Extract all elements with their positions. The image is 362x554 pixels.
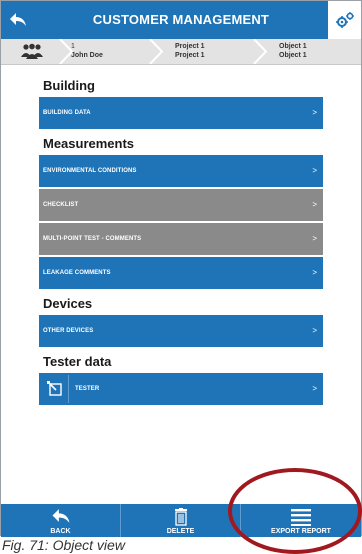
object-menu: Building BUILDING DATA > Measurements EN… (39, 71, 323, 407)
menu-item-label: CHECKLIST (43, 202, 79, 208)
section-title-building: Building (43, 78, 95, 93)
chevron-right-icon: > (312, 200, 317, 209)
page-title: CUSTOMER MANAGEMENT (92, 12, 270, 27)
menu-item-label: BUILDING DATA (43, 110, 91, 116)
breadcrumb-customer[interactable]: 1 John Doe (71, 42, 103, 60)
menu-item-tester[interactable]: TESTER > (39, 373, 323, 405)
breadcrumb-project-line1: Project 1 (175, 43, 205, 50)
figure-caption: Fig. 71: Object view (2, 537, 125, 553)
menu-item-environmental-conditions[interactable]: ENVIRONMENTAL CONDITIONS > (39, 155, 323, 187)
menu-item-label: MULTI-POINT TEST - COMMENTS (43, 236, 142, 242)
delete-button[interactable]: DELETE (121, 504, 241, 537)
back-arrow-icon (10, 13, 26, 26)
menu-item-building-data[interactable]: BUILDING DATA > (39, 97, 323, 129)
breadcrumb-object-line2: Object 1 (279, 52, 307, 59)
menu-item-checklist[interactable]: CHECKLIST > (39, 189, 323, 221)
trash-icon (174, 508, 187, 526)
menu-item-multi-point-test-comments[interactable]: MULTI-POINT TEST - COMMENTS > (39, 223, 323, 255)
export-report-icon (291, 509, 311, 526)
delete-button-label: DELETE (166, 528, 195, 535)
breadcrumb-object-line1: Object 1 (279, 43, 307, 50)
chevron-right-icon: > (312, 326, 317, 335)
breadcrumb-customer-name: John Doe (71, 52, 103, 59)
breadcrumb-separator-icon (149, 39, 163, 64)
breadcrumb-separator-icon (253, 39, 267, 64)
app-header: CUSTOMER MANAGEMENT (1, 1, 361, 39)
back-button-label: BACK (50, 528, 71, 535)
menu-item-label: OTHER DEVICES (43, 328, 94, 334)
settings-button[interactable] (327, 1, 361, 39)
back-button[interactable]: BACK (1, 504, 121, 537)
chevron-right-icon: > (312, 166, 317, 175)
back-arrow-icon (52, 509, 69, 523)
back-arrow-button[interactable] (1, 1, 35, 39)
breadcrumb: 1 John Doe Project 1 Project 1 Object 1 … (1, 39, 361, 65)
menu-item-label: LEAKAGE COMMENTS (43, 270, 111, 276)
breadcrumb-object[interactable]: Object 1 Object 1 (279, 42, 307, 60)
section-title-devices: Devices (43, 296, 93, 311)
section-title-measurements: Measurements (43, 136, 135, 151)
chevron-right-icon: > (312, 384, 317, 393)
menu-item-leakage-comments[interactable]: LEAKAGE COMMENTS > (39, 257, 323, 289)
app-frame: CUSTOMER MANAGEMENT 1 John Doe Project 1… (0, 0, 362, 537)
gears-icon (335, 12, 354, 28)
export-report-button[interactable]: EXPORT REPORT (241, 504, 361, 537)
chevron-right-icon: > (312, 268, 317, 277)
chevron-right-icon: > (312, 108, 317, 117)
chevron-right-icon: > (312, 234, 317, 243)
section-title-tester-data: Tester data (43, 354, 112, 369)
tester-icon (41, 375, 69, 403)
customers-icon (21, 43, 43, 59)
menu-item-label: ENVIRONMENTAL CONDITIONS (43, 168, 137, 174)
breadcrumb-project-line2: Project 1 (175, 52, 205, 59)
bottom-toolbar: BACK DELETE EXPORT REPORT (1, 504, 361, 537)
breadcrumb-project[interactable]: Project 1 Project 1 (175, 42, 205, 60)
menu-item-other-devices[interactable]: OTHER DEVICES > (39, 315, 323, 347)
export-report-label: EXPORT REPORT (271, 528, 331, 535)
menu-item-label: TESTER (75, 386, 100, 392)
breadcrumb-customer-id: 1 (71, 43, 75, 50)
